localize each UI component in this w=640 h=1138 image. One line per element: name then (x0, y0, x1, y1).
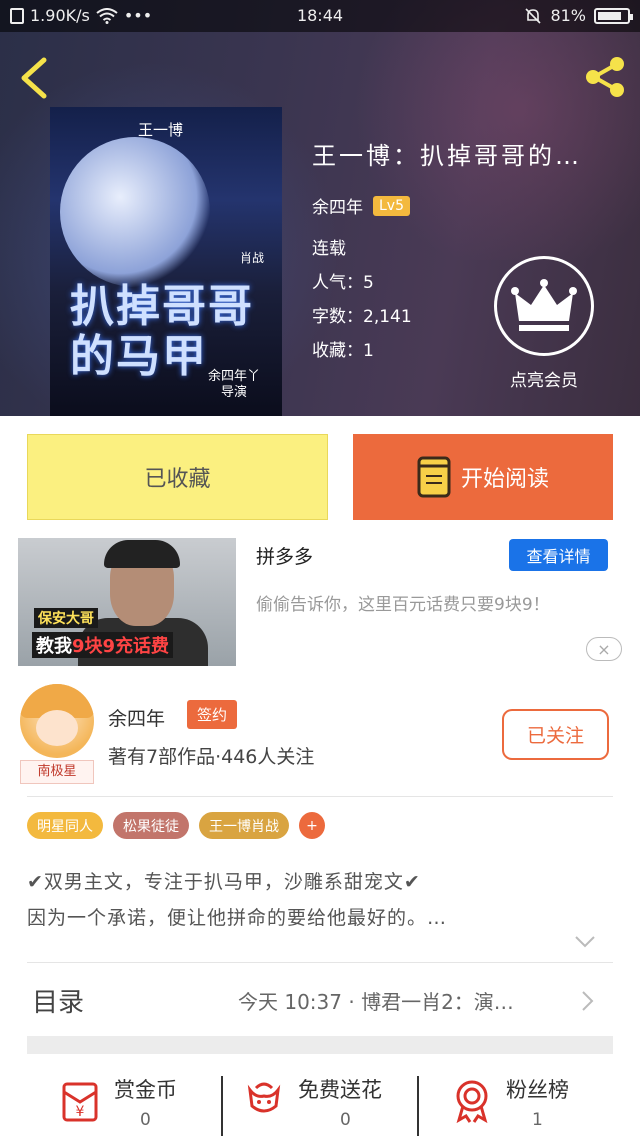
chevron-right-icon[interactable] (580, 990, 594, 1012)
book-author[interactable]: 余四年 (312, 193, 363, 218)
divider (417, 1076, 419, 1136)
red-envelope-icon: ¥ (62, 1082, 98, 1122)
author-stats: 著有7部作品·446人关注 (108, 746, 315, 768)
ad-caption-1: 保安大哥 (34, 608, 98, 628)
back-arrow-icon[interactable] (16, 56, 52, 100)
cover-side-text: 肖战 (239, 251, 264, 265)
book-cover[interactable]: 王一博 肖战 扒掉哥哥的马甲 余四年丫 导演 (50, 107, 282, 416)
cover-moon (60, 137, 210, 287)
ad-caption-2: 教我9块9充话费 (32, 632, 174, 658)
collected-label: 已收藏 (144, 467, 211, 492)
ad-image[interactable]: 保安大哥 教我9块9充话费 (18, 538, 236, 666)
section-spacer (27, 1036, 613, 1054)
ad-close-button[interactable]: × (586, 637, 622, 661)
battery-percent: 81% (550, 6, 586, 25)
fan-ranking-count: 1 (532, 1110, 543, 1130)
send-flower-label: 免费送花 (298, 1078, 382, 1102)
author-name[interactable]: 余四年 (108, 704, 165, 731)
vip-button[interactable] (494, 256, 594, 356)
toc-latest-chapter[interactable]: 今天 10:37 · 博君一肖2：演… (238, 986, 568, 1015)
tag-item[interactable]: 王一博肖战 (199, 812, 289, 839)
ad-detail-button[interactable]: 查看详情 (509, 539, 608, 571)
intro-line: 因为一个承诺，便让他拼命的要给他最好的。… (27, 907, 448, 929)
svg-text:¥: ¥ (76, 1104, 85, 1120)
intro-line: ✔双男主文，专注于扒马甲，沙雕系甜宠文✔ (27, 871, 421, 893)
book-title: 王一博：扒掉哥哥的… (312, 142, 582, 170)
status-bar: 1.90K/s ••• 18:44 81% (0, 0, 640, 32)
signed-badge: 签约 (187, 700, 238, 729)
mute-bell-icon (525, 7, 542, 24)
vip-label[interactable]: 点亮会员 (494, 366, 594, 391)
reward-coins-label: 赏金币 (114, 1078, 177, 1102)
send-flower-count: 0 (340, 1110, 351, 1130)
book-icon (417, 456, 451, 498)
bottom-action-bar: ¥ 赏金币 0 免费送花 0 粉丝榜 1 (0, 1072, 640, 1138)
author-avatar[interactable] (20, 684, 94, 758)
divider (27, 962, 613, 963)
follow-button[interactable]: 已关注 (502, 709, 609, 760)
toc-label[interactable]: 目录 (32, 982, 84, 1019)
flower-icon (247, 1082, 281, 1113)
divider (221, 1076, 223, 1136)
author-level-badge: Lv5 (373, 195, 410, 216)
ad-description[interactable]: 偷偷告诉你，这里百元话费只要9块9！ (256, 590, 616, 620)
medal-icon (456, 1080, 488, 1124)
reward-coins-count: 0 (140, 1110, 151, 1130)
share-icon[interactable] (580, 52, 630, 102)
crown-icon (511, 279, 577, 331)
tag-list: 明星同人 松果徒徒 王一博肖战 + (27, 812, 325, 839)
cover-credit: 余四年丫 导演 (207, 369, 260, 400)
collected-button[interactable]: 已收藏 (27, 434, 328, 520)
start-reading-button[interactable]: 开始阅读 (353, 434, 613, 520)
avatar-tag: 南极星 (20, 760, 94, 784)
add-tag-button[interactable]: + (299, 812, 325, 839)
ad-advertiser[interactable]: 拼多多 (256, 542, 313, 569)
cover-top-text: 王一博 (138, 121, 184, 139)
book-intro[interactable]: ✔双男主文，专注于扒马甲，沙雕系甜宠文✔ 因为一个承诺，便让他拼命的要给他最好的… (27, 864, 617, 936)
battery-icon (594, 7, 633, 24)
cover-title-art: 扒掉哥哥的马甲 (70, 281, 254, 382)
start-reading-label: 开始阅读 (460, 467, 549, 492)
divider (27, 796, 613, 797)
tag-item[interactable]: 明星同人 (27, 812, 103, 839)
chevron-down-icon[interactable] (574, 934, 596, 950)
fan-ranking-label: 粉丝榜 (506, 1078, 569, 1102)
tag-item[interactable]: 松果徒徒 (113, 812, 189, 839)
